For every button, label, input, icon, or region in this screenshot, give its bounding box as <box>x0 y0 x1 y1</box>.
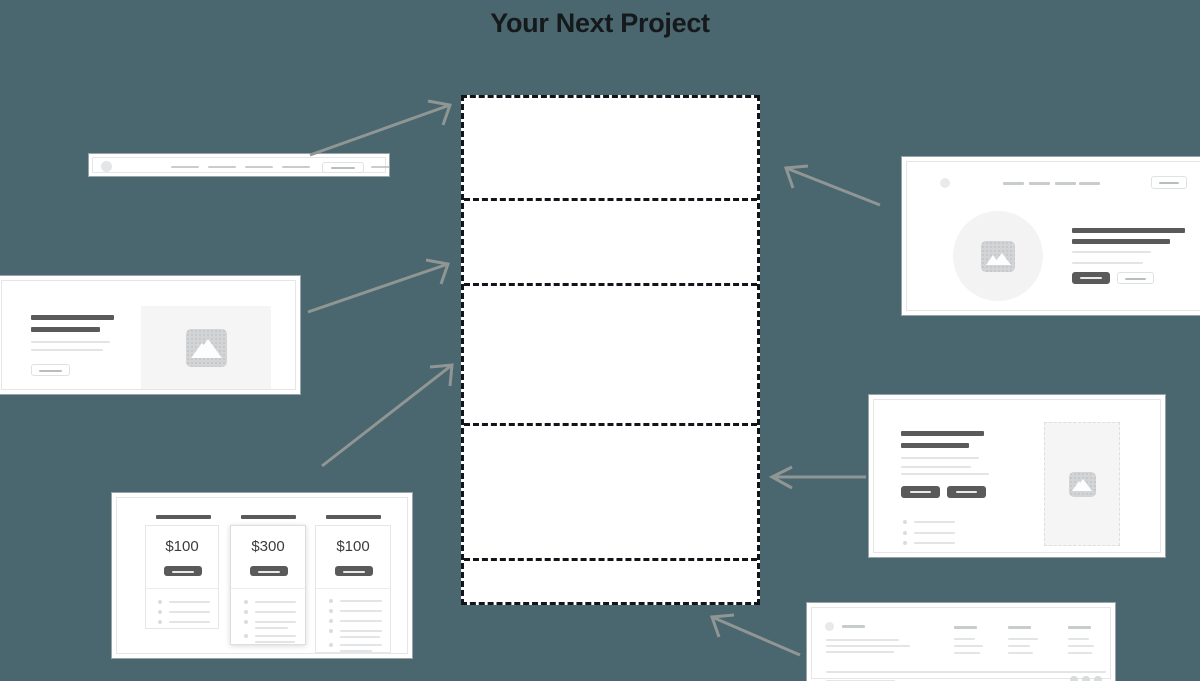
page-root: Your Next Project $100 $300 $100 <box>0 0 1200 681</box>
arrow-footer-to-canvas <box>709 613 801 657</box>
